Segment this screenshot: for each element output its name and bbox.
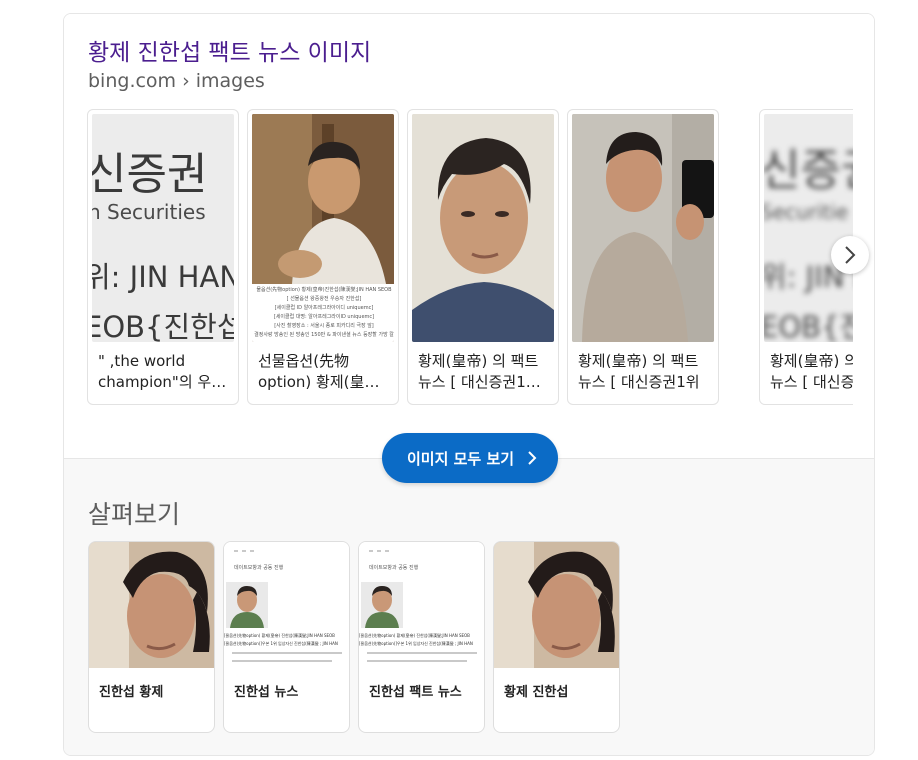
- explore-thumbnail: [89, 542, 214, 668]
- explore-label: 진한섭 황제: [99, 685, 164, 700]
- image-thumbnail: 물옵션(先物option) 황제(皇帝)진한섭(陳漢燮;JIN HAN SEOB…: [252, 114, 394, 342]
- mini-toolbar: [234, 548, 258, 554]
- thumb-caption-block: 물옵션(先物option) 황제(皇帝)진한섭(陳漢燮;JIN HAN SEOB…: [254, 286, 394, 342]
- explore-card[interactable]: 진한섭 황제: [88, 541, 215, 733]
- image-result-card[interactable]: 황제(皇帝) 의 팩트 뉴스 [ 대신증권1…: [407, 109, 559, 405]
- chevron-right-icon: [845, 246, 856, 264]
- mini-text-line: [물옵션(先物option)]우본 1위 입상자신 진한섭(陳漢燮 ; JIN …: [224, 641, 338, 646]
- mini-text-line: [물옵션(先物option)]우본 1위 입상자신 진한섭(陳漢燮 ; JIN …: [359, 641, 473, 646]
- thumb-text-line: [세이클럽 대명: 알아프레그라이ID uniquemc]: [273, 314, 375, 320]
- image-thumbnail: 신증권 Securitie 위: JIN H EOB{진한: [764, 114, 853, 342]
- explore-thumbnail: 데이트모항과 공동 진행 [물옵션(先物option) 황제(皇帝) 진한섭(陳…: [359, 542, 484, 668]
- explore-label: 진한섭 팩트 뉴스: [369, 685, 462, 700]
- person-photo-illustration: [412, 114, 554, 342]
- mini-text-line: [물옵션(先物option) 황제(皇帝) 진한섭(陳漢燮;JIN HAN SE…: [359, 633, 470, 638]
- mini-text-block: [물옵션(先物option) 황제(皇帝) 진한섭(陳漢燮;JIN HAN SE…: [224, 632, 349, 648]
- thumb-text-line: [사진 촬영장소 : 서울시 종로 피카디리 극장 앞]: [274, 323, 374, 329]
- card-top-section: 황제 진한섭 팩트 뉴스 이미지 bing.com › images 신증권 n…: [64, 14, 874, 458]
- chevron-right-icon: [528, 451, 537, 465]
- result-title-link[interactable]: 황제 진한섭 팩트 뉴스 이미지: [88, 33, 371, 67]
- person-photo-illustration: [572, 114, 714, 342]
- explore-label: 황제 진한섭: [504, 685, 569, 700]
- person-photo-illustration: [89, 542, 214, 668]
- image-result-card[interactable]: 황제(皇帝) 의 팩트 뉴스 [ 대신증권1위 진한섭…: [567, 109, 719, 405]
- result-source: bing.com › images: [88, 70, 265, 92]
- image-result-card[interactable]: 물옵션(先物option) 황제(皇帝)진한섭(陳漢燮;JIN HAN SEOB…: [247, 109, 399, 405]
- thumb-text-line: [ 선물옵션 왕중왕전 우승자 진한섭]: [286, 296, 362, 302]
- thumb-text-line: 결정사랑 방송인 된 방송인 150만 & 파이낸셜 뉴스 등장할 가방 칼: [254, 332, 394, 338]
- explore-thumbnail: [494, 542, 619, 668]
- image-caption: " ,the world champion"의 우…: [98, 352, 227, 391]
- mini-page-title: 데이트모항과 공동 진행: [234, 565, 284, 571]
- image-caption: 황제(皇帝) 의 팩트 뉴스 [ 대신증…: [770, 352, 853, 391]
- image-answer-card: 황제 진한섭 팩트 뉴스 이미지 bing.com › images 신증권 n…: [63, 13, 875, 756]
- thumb-text-line: 신증권: [92, 149, 208, 200]
- person-photo-illustration: [361, 582, 403, 628]
- explore-label: 진한섭 뉴스: [234, 685, 299, 700]
- explore-heading: 살펴보기: [88, 500, 181, 529]
- see-all-label: 이미지 모두 보기: [407, 450, 515, 468]
- thumb-text-line: Securitie: [764, 200, 849, 224]
- thumb-text-line: 물옵션(先物option) 황제(皇帝)진한섭(陳漢燮;JIN HAN SEOB: [256, 287, 392, 293]
- person-photo-illustration: [226, 582, 268, 628]
- explore-card[interactable]: 데이트모항과 공동 진행 [물옵션(先物option) 황제(皇帝) 진한섭(陳…: [223, 541, 350, 733]
- image-thumbnail: [572, 114, 714, 342]
- thumb-text-line: 신증권: [764, 145, 853, 196]
- mini-text-block: [물옵션(先物option) 황제(皇帝) 진한섭(陳漢燮;JIN HAN SE…: [359, 632, 484, 648]
- image-caption: 선물옵션(先物 option) 황제(皇…: [258, 352, 380, 391]
- thumb-text-line: EOB{진한섭: [92, 310, 234, 342]
- thumb-text-line: 위: JIN HAN: [92, 260, 234, 294]
- image-thumbnail: [412, 114, 554, 342]
- mini-page-title: 데이트모항과 공동 진행: [369, 565, 419, 571]
- person-photo-illustration: [494, 542, 619, 668]
- image-caption: 황제(皇帝) 의 팩트 뉴스 [ 대신증권1위 진한섭…: [578, 352, 700, 395]
- mini-toolbar: [369, 548, 393, 554]
- explore-card[interactable]: 데이트모항과 공동 진행 [물옵션(先物option) 황제(皇帝) 진한섭(陳…: [358, 541, 485, 733]
- thumb-text-line: EOB{진한: [764, 310, 853, 342]
- explore-thumbnail: 데이트모항과 공동 진행 [물옵션(先物option) 황제(皇帝) 진한섭(陳…: [224, 542, 349, 668]
- thumb-text-line: n Securities: [92, 200, 206, 224]
- image-carousel: 신증권 n Securities 위: JIN HAN EOB{진한섭 " ,t…: [87, 109, 853, 405]
- carousel-next-button[interactable]: [831, 236, 869, 274]
- image-caption: 황제(皇帝) 의 팩트 뉴스 [ 대신증권1…: [418, 352, 541, 391]
- image-thumbnail: 신증권 n Securities 위: JIN HAN EOB{진한섭: [92, 114, 234, 342]
- explore-card[interactable]: 황제 진한섭: [493, 541, 620, 733]
- thumb-text-line: [세이클럽 ID 알아프레그라아이디 uniquemc]: [274, 305, 374, 311]
- see-all-images-button[interactable]: 이미지 모두 보기: [382, 433, 558, 483]
- mini-text-line: [물옵션(先物option) 황제(皇帝) 진한섭(陳漢燮;JIN HAN SE…: [224, 633, 335, 638]
- image-result-card[interactable]: 신증권 n Securities 위: JIN HAN EOB{진한섭 " ,t…: [87, 109, 239, 405]
